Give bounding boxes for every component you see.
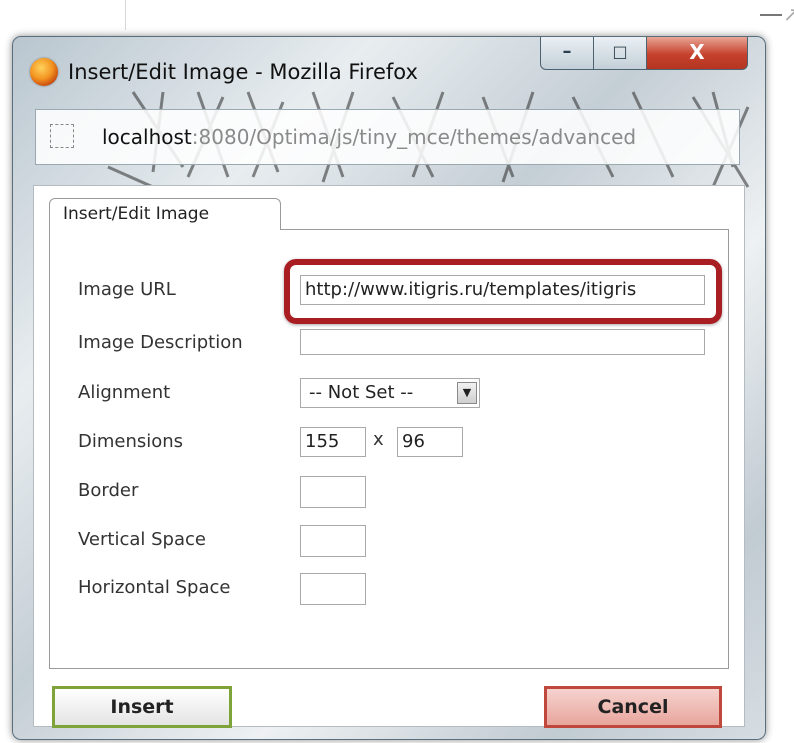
address-bar[interactable]: localhost:8080/Optima/js/tiny_mce/themes… xyxy=(35,109,740,165)
cancel-button[interactable]: Cancel xyxy=(544,686,722,728)
alignment-label: Alignment xyxy=(78,382,171,403)
border-input[interactable] xyxy=(300,476,366,508)
horizontal-space-label: Horizontal Space xyxy=(78,577,231,598)
address-path: :8080/Optima/js/tiny_mce/themes/advanced xyxy=(191,125,637,149)
background-dash xyxy=(760,14,782,16)
insert-button[interactable]: Insert xyxy=(52,686,232,728)
border-label: Border xyxy=(78,480,139,501)
horizontal-space-input[interactable] xyxy=(300,573,366,605)
width-input[interactable]: 155 xyxy=(300,427,366,457)
close-button[interactable]: X xyxy=(646,37,748,70)
image-url-label: Image URL xyxy=(78,279,176,300)
dimensions-label: Dimensions xyxy=(78,431,184,452)
address-host: localhost xyxy=(102,125,192,149)
address-url: localhost:8080/Optima/js/tiny_mce/themes… xyxy=(102,110,636,164)
page-icon xyxy=(50,124,74,148)
maximize-button[interactable]: □ xyxy=(593,37,647,70)
image-description-input[interactable] xyxy=(300,329,705,355)
vertical-space-label: Vertical Space xyxy=(78,529,206,550)
dropdown-arrow-icon[interactable]: ▼ xyxy=(457,382,477,404)
height-input[interactable]: 96 xyxy=(397,427,463,457)
minimize-button[interactable]: – xyxy=(540,37,594,70)
firefox-popup-window: Insert/Edit Image - Mozilla Firefox – □ … xyxy=(12,36,766,740)
firefox-icon xyxy=(30,58,58,86)
vertical-space-input[interactable] xyxy=(300,525,366,557)
window-controls: – □ X xyxy=(540,37,749,70)
window-title: Insert/Edit Image - Mozilla Firefox xyxy=(68,60,418,84)
alignment-select[interactable]: -- Not Set -- ▼ xyxy=(300,378,480,408)
image-url-input[interactable]: http://www.itigris.ru/templates/itigris xyxy=(300,275,705,305)
tab-insert-edit-image[interactable]: Insert/Edit Image xyxy=(49,198,281,230)
background-partial-glyph: ↗ xyxy=(783,2,794,26)
alignment-selected-value: -- Not Set -- xyxy=(309,382,414,403)
dimensions-separator: x xyxy=(373,429,384,450)
image-description-label: Image Description xyxy=(78,332,243,353)
background-divider xyxy=(125,0,126,30)
tab-panel: Image URL http://www.itigris.ru/template… xyxy=(49,229,729,669)
dialog-content: Insert/Edit Image Image URL http://www.i… xyxy=(33,185,745,728)
